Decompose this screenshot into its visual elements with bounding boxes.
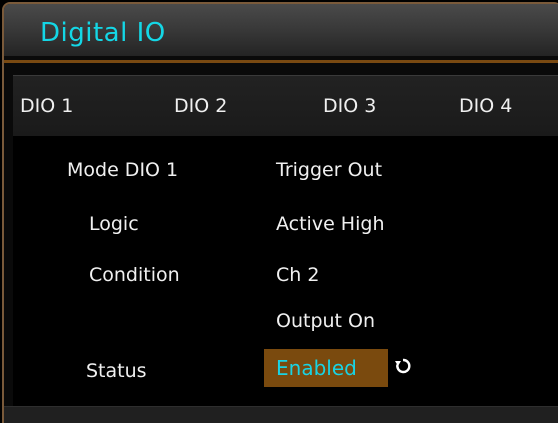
status-label: Status: [86, 360, 147, 382]
status-value: Enabled: [276, 356, 357, 380]
dio-tab-bar: DIO 1 DIO 2 DIO 3 DIO 4: [13, 75, 558, 137]
tab-dio-1[interactable]: DIO 1: [20, 94, 73, 118]
condition-value-state[interactable]: Output On: [276, 309, 375, 333]
tab-dio-4[interactable]: DIO 4: [459, 94, 512, 118]
condition-label: Condition: [89, 264, 180, 286]
tab-dio-3[interactable]: DIO 3: [323, 94, 376, 118]
condition-value-channel[interactable]: Ch 2: [276, 263, 319, 287]
mode-label: Mode DIO 1: [67, 159, 179, 181]
status-toggle-button[interactable]: Enabled: [264, 349, 388, 387]
digital-io-panel: Digital IO DIO 1 DIO 2 DIO 3 DIO 4 Mode …: [0, 0, 558, 423]
logic-value[interactable]: Active High: [276, 212, 384, 236]
tab-dio-2[interactable]: DIO 2: [174, 94, 227, 118]
logic-label: Logic: [89, 213, 139, 235]
mode-value[interactable]: Trigger Out: [276, 158, 382, 182]
title-bar: Digital IO: [4, 4, 558, 56]
title-divider: [4, 60, 558, 63]
cycle-icon[interactable]: [394, 357, 412, 375]
page-title: Digital IO: [40, 18, 166, 48]
bottom-bar: [4, 406, 558, 423]
